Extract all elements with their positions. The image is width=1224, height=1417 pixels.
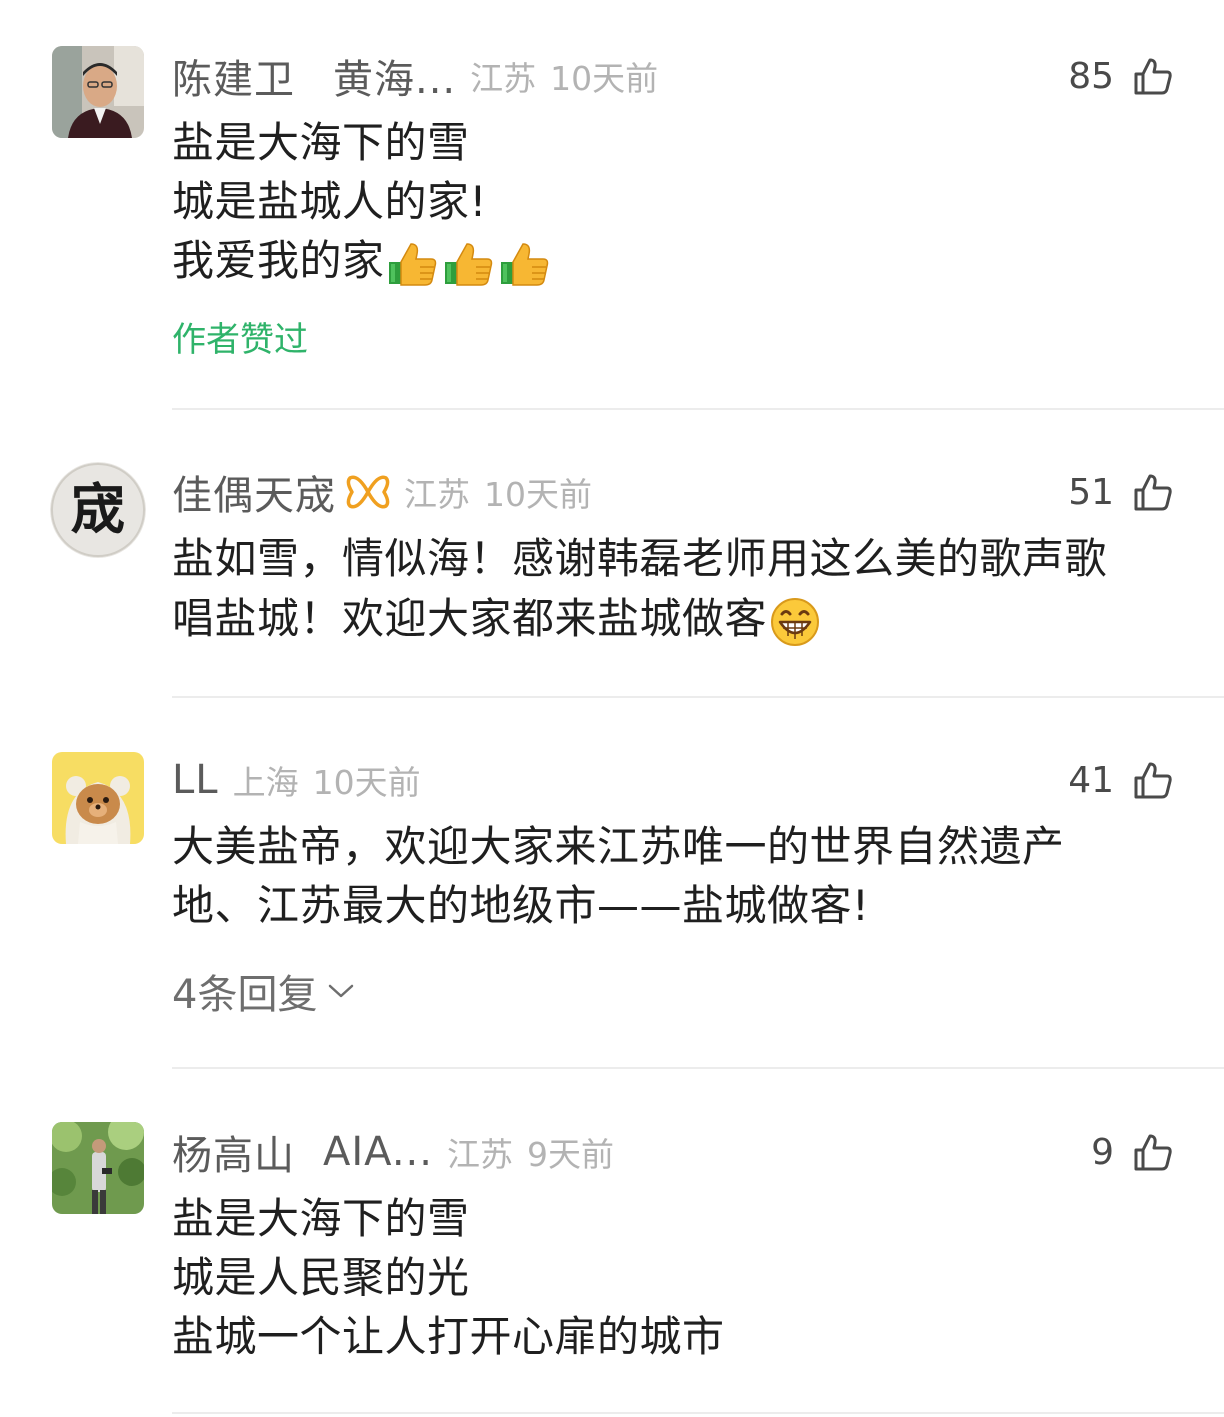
replies-label: 4条回复 [172, 972, 318, 1018]
time: 10天前 [484, 475, 592, 514]
thumbs-up-icon [1134, 1134, 1172, 1171]
butterfly-badge-icon [346, 475, 390, 509]
like-button[interactable]: 41 [1068, 752, 1174, 808]
like-button[interactable]: 51 [1068, 464, 1174, 520]
author-name[interactable]: LL [172, 757, 219, 803]
comment-text-line: 大美盐帝，欢迎大家来江苏唯一的世界自然遗产 [172, 822, 1065, 871]
author-liked-label: 作者赞过 [172, 320, 308, 360]
comment-text-line: 盐如雪，情似海！感谢韩磊老师用这么美的歌声歌 [172, 534, 1108, 583]
location: 江苏 [470, 59, 537, 98]
divider [172, 1067, 1224, 1069]
avatar[interactable] [52, 752, 144, 844]
comment-text-line: 盐城一个让人打开心扉的城市 [172, 1312, 725, 1361]
avatar-bear [52, 752, 144, 844]
location: 上海 [232, 763, 299, 802]
avatar[interactable]: 宬 [50, 462, 146, 558]
chevron-down-icon [329, 984, 354, 998]
location: 江苏 [404, 475, 470, 514]
author-extra-name[interactable]: 黄海... [333, 47, 456, 105]
time: 10天前 [312, 763, 421, 802]
thumbs-up-emoji [444, 242, 492, 286]
avatar-char: 宬 [71, 477, 125, 541]
location: 江苏 [446, 1135, 513, 1174]
like-count: 85 [1068, 55, 1114, 97]
thumbs-up-icon [1134, 58, 1172, 95]
like-button[interactable]: 9 [1091, 1124, 1174, 1180]
author-name[interactable]: 陈建卫 [172, 47, 295, 105]
comment-text: 唱盐城！欢迎大家都来盐城做客 [172, 594, 768, 643]
comment-text-line: 城是盐城人的家! [172, 177, 487, 226]
time: 9天前 [526, 1135, 614, 1174]
avatar-character: 宬 [50, 462, 146, 558]
thumbs-up-emoji [388, 242, 436, 286]
grin-emoji [771, 597, 820, 646]
author-extra-name[interactable]: AIA... [323, 1129, 433, 1175]
thumbs-up-icon [1134, 762, 1172, 799]
avatar-photo [52, 1122, 144, 1214]
comment-text-line: 盐是大海下的雪 [172, 118, 470, 167]
like-button[interactable]: 85 [1068, 48, 1174, 104]
replies-toggle[interactable]: 4条回复 [172, 962, 355, 1020]
comment-text-line-with-emoji: 唱盐城！欢迎大家都来盐城做客 [172, 590, 821, 648]
divider [172, 408, 1224, 410]
author-name[interactable]: 杨高山 [172, 1123, 295, 1181]
comment-text-line-with-emoji: 我爱我的家 [172, 232, 553, 290]
comment-text-line: 城是人民聚的光 [172, 1253, 470, 1302]
like-count: 9 [1091, 1131, 1114, 1173]
like-count: 51 [1068, 471, 1114, 513]
comment-text-line: 盐是大海下的雪 [172, 1194, 470, 1243]
comment-text: 我爱我的家 [172, 236, 385, 285]
thumbs-up-emoji [500, 242, 548, 286]
time: 10天前 [550, 59, 659, 98]
author-name[interactable]: 佳偶天宬 [172, 463, 336, 521]
comment-text-line: 地、江苏最大的地级市——盐城做客! [172, 881, 870, 930]
avatar[interactable] [52, 1122, 144, 1214]
divider [172, 696, 1224, 698]
avatar[interactable] [52, 46, 144, 138]
avatar-photo [52, 46, 144, 138]
thumbs-up-icon [1134, 474, 1172, 511]
divider [172, 1412, 1224, 1414]
like-count: 41 [1068, 759, 1114, 801]
